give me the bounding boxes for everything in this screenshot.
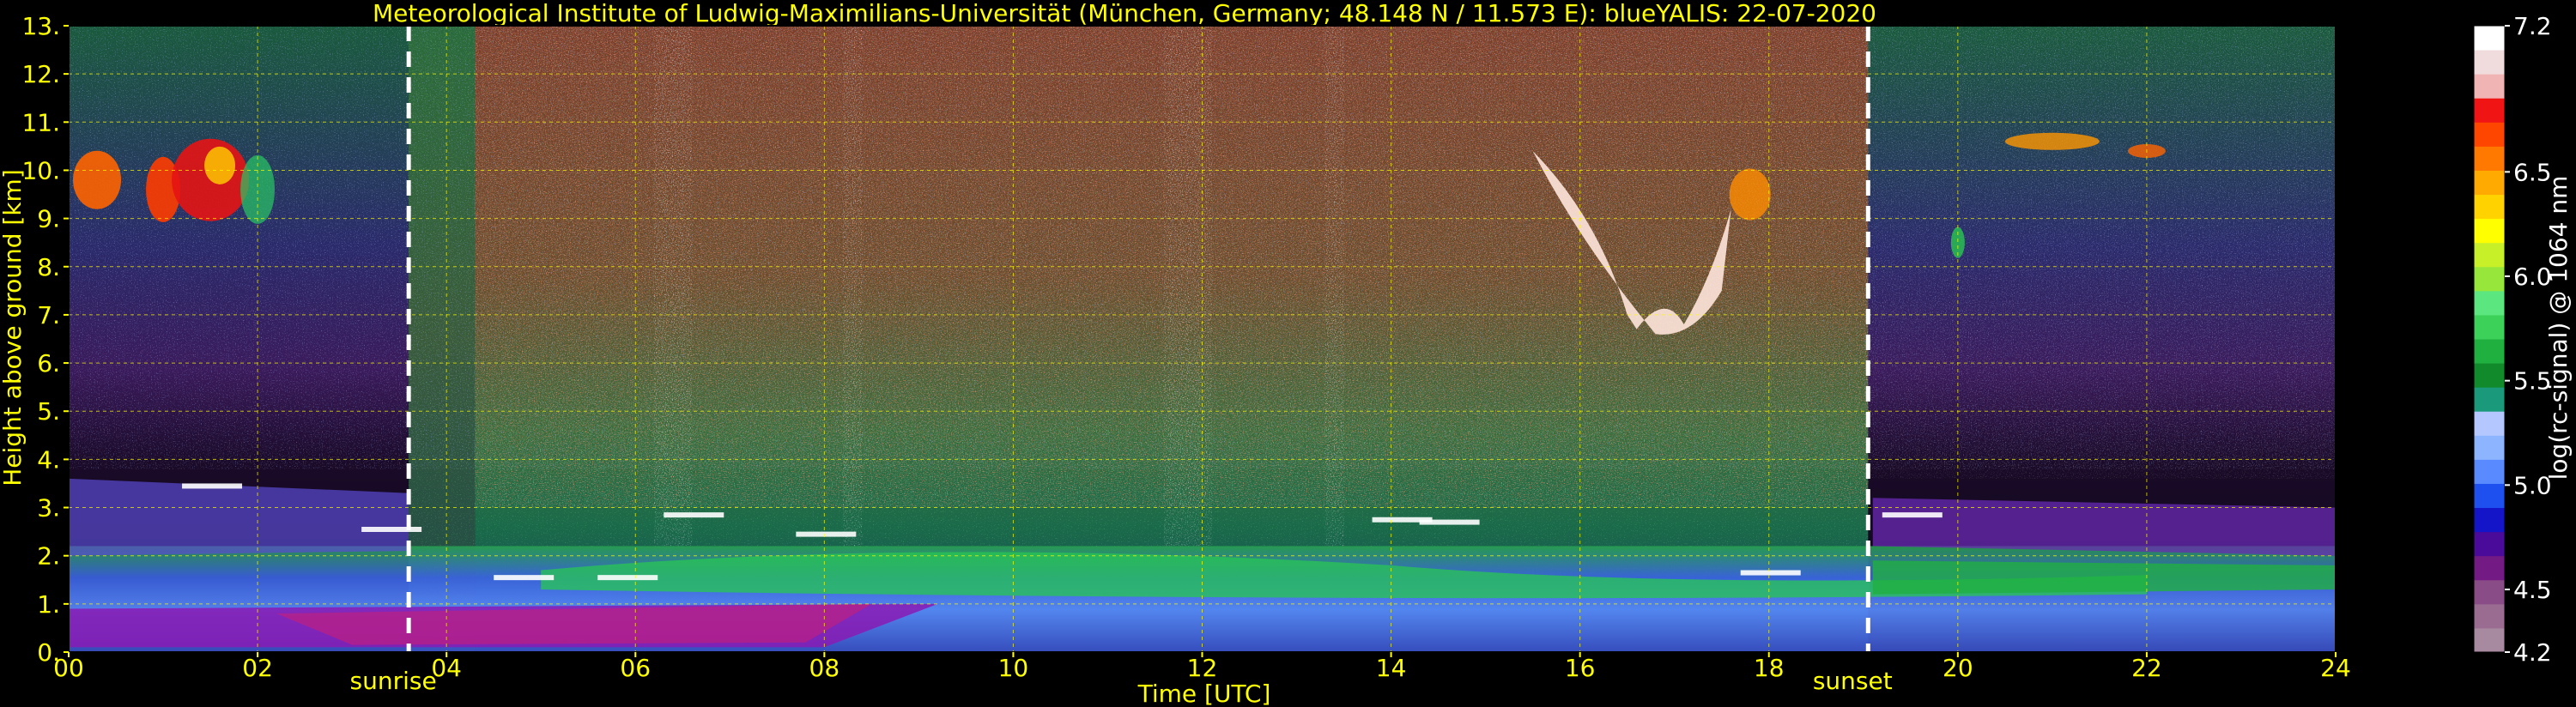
cloud-top bbox=[1419, 519, 1480, 525]
cloud-top bbox=[361, 527, 422, 532]
y-tick-label: 6. bbox=[37, 349, 60, 378]
cloud-top bbox=[664, 512, 724, 518]
y-tick-label: 0. bbox=[37, 638, 60, 667]
colorbar-tick-label: 7.2 bbox=[2513, 12, 2552, 40]
cloud-top bbox=[1740, 570, 1801, 576]
event-label-sunrise: sunrise bbox=[350, 667, 437, 695]
signal-band bbox=[654, 26, 693, 556]
y-tick-label: 9. bbox=[37, 205, 60, 233]
colorbar-tick-label: 4.2 bbox=[2513, 638, 2552, 667]
lidar-figure: Meteorological Institute of Ludwig-Maxim… bbox=[0, 0, 2573, 707]
colorbar-segment bbox=[2474, 507, 2505, 533]
x-tick-label: 14 bbox=[1376, 654, 1407, 682]
chart-title: Meteorological Institute of Ludwig-Maxim… bbox=[373, 0, 1876, 27]
colorbar-segment bbox=[2474, 483, 2505, 509]
x-tick-label: 04 bbox=[431, 654, 462, 682]
x-tick-label: 02 bbox=[242, 654, 273, 682]
x-axis-label: Time [UTC] bbox=[1137, 680, 1271, 707]
colorbar-segment bbox=[2474, 218, 2505, 244]
x-tick-label: 12 bbox=[1187, 654, 1218, 682]
colorbar-segment bbox=[2474, 194, 2505, 220]
colorbar-segment bbox=[2474, 603, 2505, 629]
cloud-top bbox=[1882, 512, 1943, 518]
x-tick-label: 24 bbox=[2320, 654, 2351, 682]
cirrus-cloud bbox=[2004, 132, 2100, 150]
colorbar-segment bbox=[2474, 290, 2505, 316]
y-tick-label: 12. bbox=[21, 60, 60, 88]
cloud-top bbox=[597, 575, 658, 581]
y-tick-label: 2. bbox=[37, 542, 60, 571]
colorbar-segment bbox=[2474, 170, 2505, 196]
y-tick-label: 11. bbox=[21, 108, 60, 136]
cloud-top bbox=[494, 575, 555, 581]
noise-evening bbox=[1868, 26, 2336, 479]
y-tick-label: 4. bbox=[37, 445, 60, 474]
cirrus-cloud bbox=[204, 146, 236, 184]
colorbar-segment bbox=[2474, 363, 2505, 388]
cloud-top bbox=[182, 483, 243, 489]
x-tick-label: 22 bbox=[2131, 654, 2162, 682]
colorbar-segment bbox=[2474, 242, 2505, 268]
y-tick-label: 10. bbox=[21, 156, 60, 184]
colorbar-label: log(rc-signal) @ 1064 nm bbox=[2544, 176, 2573, 480]
y-tick-label: 13. bbox=[21, 12, 60, 40]
colorbar-segment bbox=[2474, 579, 2505, 605]
colorbar-segment bbox=[2474, 339, 2505, 364]
colorbar-segment bbox=[2474, 74, 2505, 99]
signal-band bbox=[1324, 26, 1344, 556]
colorbar-segment bbox=[2474, 266, 2505, 292]
evening-residual-layer bbox=[1872, 498, 2336, 556]
signal-band bbox=[1164, 26, 1212, 556]
colorbar-segment bbox=[2474, 459, 2505, 484]
colorbar-segment bbox=[2474, 26, 2505, 51]
colorbar-segment bbox=[2474, 627, 2505, 653]
x-tick-label: 08 bbox=[809, 654, 840, 682]
y-tick-label: 1. bbox=[37, 590, 60, 619]
y-tick-label: 5. bbox=[37, 397, 60, 426]
colorbar-segment bbox=[2474, 531, 2505, 557]
cirrus-cloud bbox=[73, 150, 122, 209]
x-tick-label: 16 bbox=[1565, 654, 1596, 682]
colorbar-segment bbox=[2474, 146, 2505, 171]
y-tick-label: 8. bbox=[37, 253, 60, 281]
x-tick-label: 20 bbox=[1943, 654, 1973, 682]
colorbar-segment bbox=[2474, 50, 2505, 75]
y-axis-label: Height above ground [km] bbox=[0, 169, 27, 486]
y-tick-label: 3. bbox=[37, 494, 60, 523]
x-tick-label: 18 bbox=[1754, 654, 1785, 682]
cirrus-cloud bbox=[1729, 168, 1771, 221]
signal-band bbox=[843, 26, 863, 556]
colorbar-segment bbox=[2474, 411, 2505, 436]
evening-aerosol-layer bbox=[1872, 560, 2336, 595]
colorbar: 7.26.56.05.55.04.54.2 bbox=[2473, 12, 2552, 667]
colorbar-segment bbox=[2474, 122, 2505, 147]
x-tick-label: 10 bbox=[998, 654, 1029, 682]
colorbar-segment bbox=[2474, 555, 2505, 581]
colorbar-segment bbox=[2474, 387, 2505, 412]
colorbar-segment bbox=[2474, 314, 2505, 340]
colorbar-segment bbox=[2474, 435, 2505, 460]
colorbar-segment bbox=[2474, 98, 2505, 123]
x-tick-label: 06 bbox=[620, 654, 651, 682]
y-tick-label: 7. bbox=[37, 301, 60, 329]
colorbar-tick-label: 4.5 bbox=[2513, 576, 2552, 604]
event-label-sunset: sunset bbox=[1813, 667, 1893, 695]
cloud-top bbox=[796, 531, 857, 537]
